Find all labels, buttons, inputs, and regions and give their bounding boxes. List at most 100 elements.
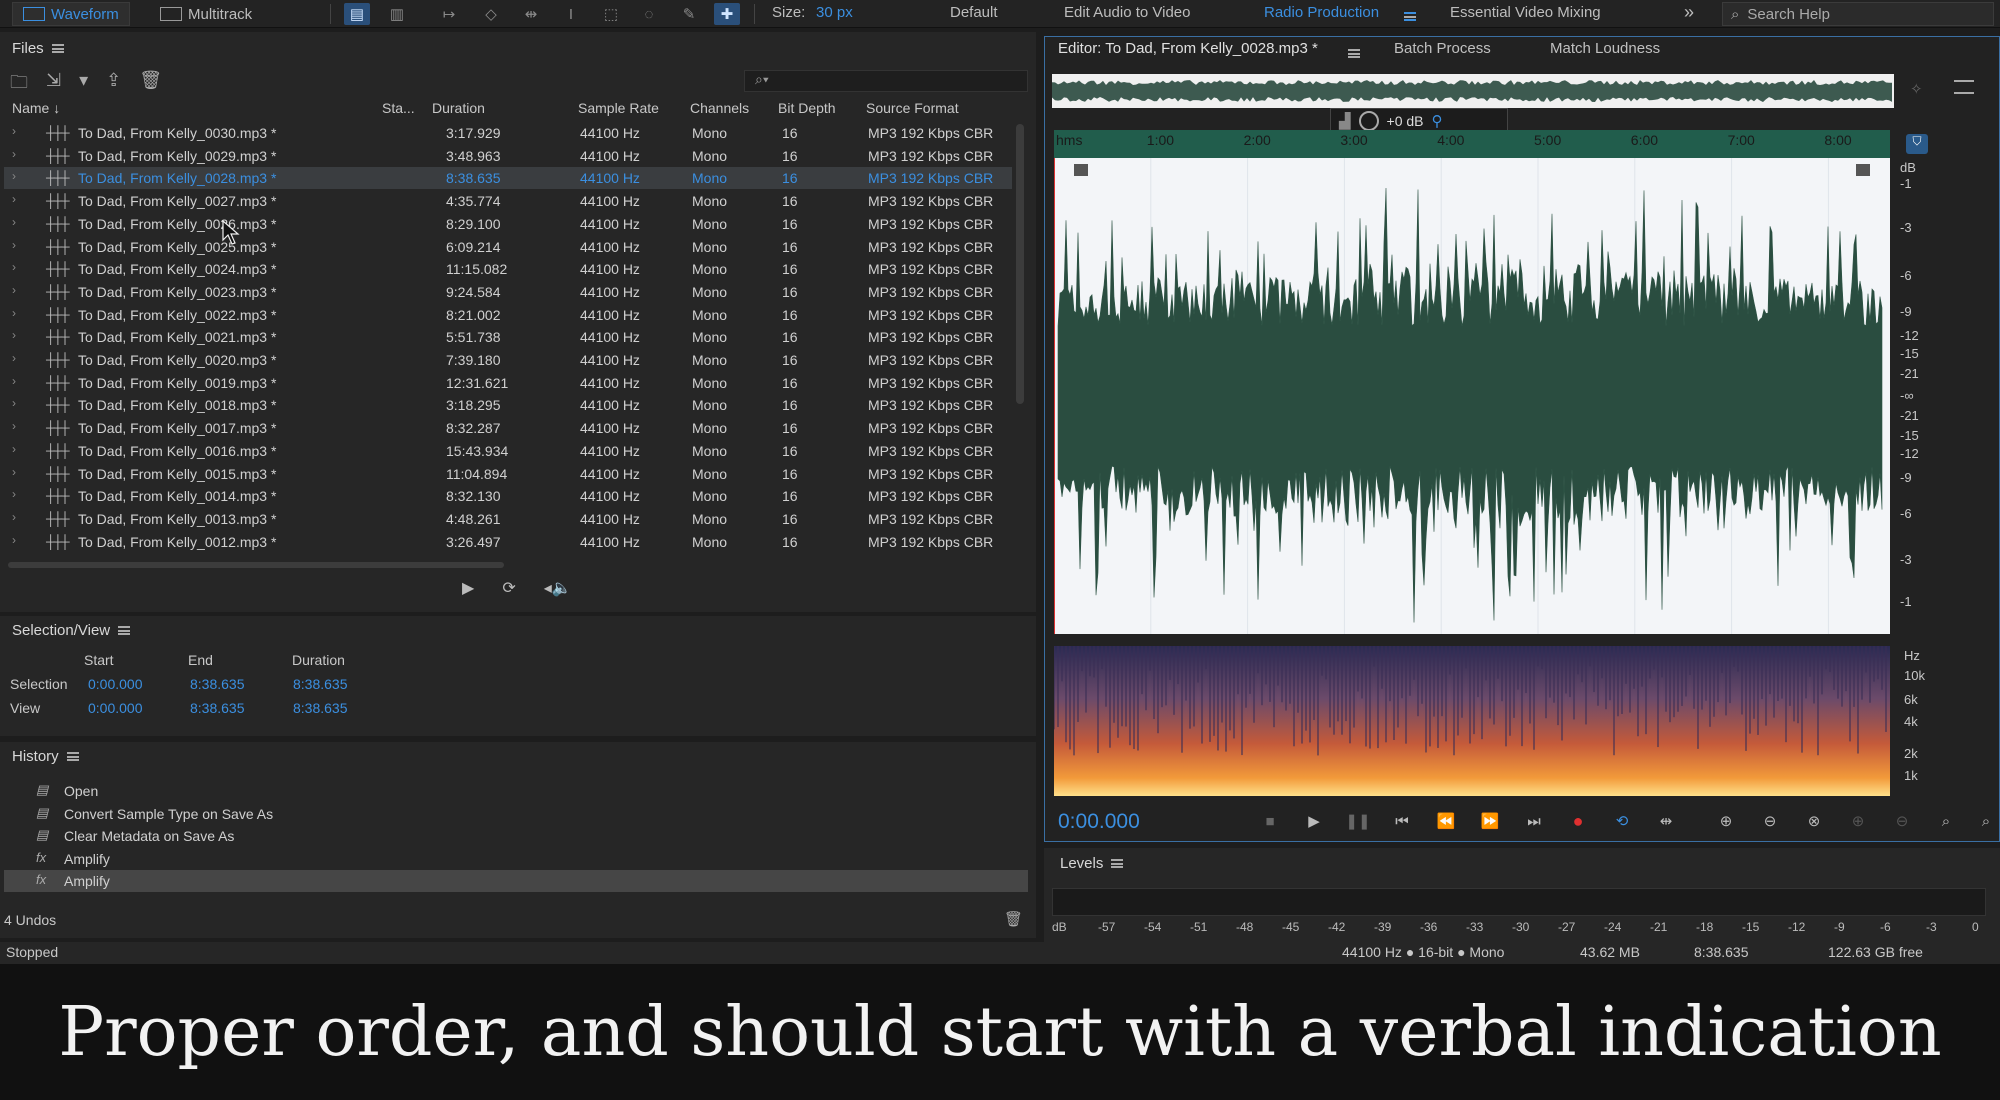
workspace-edit-audio-to-video[interactable]: Edit Audio to Video xyxy=(1064,4,1191,21)
play-icon[interactable]: ▶ xyxy=(1300,810,1328,832)
workspace-menu-icon[interactable] xyxy=(1404,8,1416,25)
expand-chevron-icon[interactable]: › xyxy=(12,328,16,342)
file-row[interactable]: › ┼┼┼ To Dad, From Kelly_0020.mp3 * 7:39.18… xyxy=(4,349,1012,371)
file-row[interactable]: › ┼┼┼ To Dad, From Kelly_0022.mp3 * 8:21.00… xyxy=(4,304,1012,326)
file-row[interactable]: › ┼┼┼ To Dad, From Kelly_0019.mp3 * 12:31.6… xyxy=(4,372,1012,394)
stop-icon[interactable]: ■ xyxy=(1256,810,1284,832)
tab-match-loudness[interactable]: Match Loudness xyxy=(1550,40,1660,57)
file-row[interactable]: › ┼┼┼ To Dad, From Kelly_0014.mp3 * 8:32.13… xyxy=(4,485,1012,507)
zoom-extra-icon[interactable]: ⌕ xyxy=(1972,810,2000,832)
expand-chevron-icon[interactable]: › xyxy=(12,124,16,138)
file-row[interactable]: › ┼┼┼ To Dad, From Kelly_0026.mp3 * 8:29.10… xyxy=(4,213,1012,235)
zoom-out-full-icon[interactable]: ⊗ xyxy=(1800,810,1828,832)
current-time-display[interactable]: 0:00.000 xyxy=(1058,810,1140,834)
zoom-in-amplitude-icon[interactable]: ⊕ xyxy=(1712,810,1740,832)
spectral-view-icon[interactable]: ▥ xyxy=(384,3,410,25)
view-duration[interactable]: 8:38.635 xyxy=(293,700,348,716)
view-start[interactable]: 0:00.000 xyxy=(88,700,143,716)
skip-selection-icon[interactable]: ⇹ xyxy=(1652,810,1680,832)
selection-duration[interactable]: 8:38.635 xyxy=(293,676,348,692)
slip-tool-icon[interactable]: ⇹ xyxy=(518,3,544,25)
rewind-icon[interactable]: ⏪ xyxy=(1432,810,1460,832)
file-row[interactable]: › ┼┼┼ To Dad, From Kelly_0025.mp3 * 6:09.21… xyxy=(4,236,1012,258)
expand-chevron-icon[interactable]: › xyxy=(12,238,16,252)
files-menu-icon[interactable] xyxy=(51,44,64,53)
volume-knob-icon[interactable] xyxy=(1358,111,1379,131)
column-channels[interactable]: Channels xyxy=(690,100,749,116)
zoom-out-amplitude-icon[interactable]: ⊖ xyxy=(1756,810,1784,832)
insert-into-multitrack-icon[interactable]: ⇪ xyxy=(106,70,121,100)
column-status[interactable]: Sta... xyxy=(382,100,415,116)
expand-chevron-icon[interactable]: › xyxy=(12,306,16,320)
editor-menu-icon[interactable] xyxy=(1348,45,1360,62)
history-item[interactable]: ▤ Clear Metadata on Save As xyxy=(4,825,1028,847)
preview-autoplay-icon[interactable]: ◂🔈 xyxy=(544,578,572,598)
view-end[interactable]: 8:38.635 xyxy=(190,700,245,716)
editor-tab[interactable]: Editor: To Dad, From Kelly_0028.mp3 * xyxy=(1058,40,1318,57)
file-row[interactable]: › ┼┼┼ To Dad, From Kelly_0017.mp3 * 8:32.28… xyxy=(4,417,1012,439)
loop-playback-icon[interactable]: ⟲ xyxy=(1608,810,1636,832)
search-help-field[interactable]: ⌕ Search Help xyxy=(1722,2,1994,26)
new-file-icon[interactable]: ▾ xyxy=(79,70,88,100)
expand-chevron-icon[interactable]: › xyxy=(12,533,16,547)
expand-chevron-icon[interactable]: › xyxy=(12,351,16,365)
expand-chevron-icon[interactable]: › xyxy=(12,169,16,183)
record-icon[interactable]: ● xyxy=(1564,810,1592,832)
brush-tool-icon[interactable]: ✎ xyxy=(676,3,702,25)
file-row[interactable]: › ┼┼┼ To Dad, From Kelly_0023.mp3 * 9:24.58… xyxy=(4,281,1012,303)
delete-file-icon[interactable]: 🗑 xyxy=(139,70,162,100)
preview-loop-icon[interactable]: ⟳ xyxy=(502,578,515,598)
expand-chevron-icon[interactable]: › xyxy=(12,374,16,388)
hud-pin-icon[interactable]: ⚲ xyxy=(1432,112,1443,130)
spectral-display[interactable] xyxy=(1054,646,1890,796)
editor-options-icon[interactable] xyxy=(1954,80,1974,94)
spot-healing-tool-icon[interactable]: ✚ xyxy=(714,3,740,25)
workspace-radio-production[interactable]: Radio Production xyxy=(1264,4,1379,21)
expand-chevron-icon[interactable]: › xyxy=(12,215,16,229)
more-workspaces-icon[interactable]: » xyxy=(1684,2,1694,23)
fade-in-handle-icon[interactable] xyxy=(1074,164,1088,176)
files-filter-input[interactable]: ⌕▾ xyxy=(744,70,1028,92)
history-item[interactable]: ▤ Open xyxy=(4,780,1028,802)
lasso-tool-icon[interactable]: ◌ xyxy=(636,3,662,25)
zoom-nav-icon[interactable]: ✧ xyxy=(1910,80,1923,98)
expand-chevron-icon[interactable]: › xyxy=(12,465,16,479)
timeline-ruler[interactable] xyxy=(1054,130,1890,158)
expand-chevron-icon[interactable]: › xyxy=(12,419,16,433)
multitrack-mode-button[interactable]: Multitrack xyxy=(150,2,262,26)
waveform-display[interactable] xyxy=(1054,158,1890,634)
file-row[interactable]: › ┼┼┼ To Dad, From Kelly_0021.mp3 * 5:51.73… xyxy=(4,326,1012,348)
preview-play-icon[interactable]: ▶ xyxy=(462,578,474,598)
column-name[interactable]: Name ↓ xyxy=(12,100,60,116)
files-vertical-scrollbar[interactable] xyxy=(1016,124,1024,404)
zoom-selection-icon[interactable]: ⌕ xyxy=(1932,810,1960,832)
move-tool-icon[interactable]: ↦ xyxy=(436,3,462,25)
file-row[interactable]: › ┼┼┼ To Dad, From Kelly_0030.mp3 * 3:17.92… xyxy=(4,122,1012,144)
fast-forward-icon[interactable]: ⏩ xyxy=(1476,810,1504,832)
file-row[interactable]: › ┼┼┼ To Dad, From Kelly_0016.mp3 * 15:43.9… xyxy=(4,440,1012,462)
expand-chevron-icon[interactable]: › xyxy=(12,487,16,501)
waveform-view-icon[interactable]: ▤ xyxy=(344,3,370,25)
size-value[interactable]: 30 px xyxy=(816,4,853,21)
column-bit-depth[interactable]: Bit Depth xyxy=(778,100,836,116)
file-row[interactable]: › ┼┼┼ To Dad, From Kelly_0027.mp3 * 4:35.77… xyxy=(4,190,1012,212)
expand-chevron-icon[interactable]: › xyxy=(12,147,16,161)
file-row[interactable]: › ┼┼┼ To Dad, From Kelly_0015.mp3 * 11:04.8… xyxy=(4,463,1012,485)
zoom-to-fit-icon[interactable]: ⛉ xyxy=(1906,134,1928,154)
overview-waveform[interactable] xyxy=(1052,74,1894,108)
file-row[interactable]: › ┼┼┼ To Dad, From Kelly_0012.mp3 * 3:26.49… xyxy=(4,531,1012,553)
expand-chevron-icon[interactable]: › xyxy=(12,283,16,297)
marquee-tool-icon[interactable]: ⬚ xyxy=(598,3,624,25)
zoom-out-time-icon[interactable]: ⊖ xyxy=(1888,810,1916,832)
file-row[interactable]: › ┼┼┼ To Dad, From Kelly_0018.mp3 * 3:18.29… xyxy=(4,394,1012,416)
expand-chevron-icon[interactable]: › xyxy=(12,192,16,206)
expand-chevron-icon[interactable]: › xyxy=(12,510,16,524)
skip-to-start-icon[interactable]: ⏮ xyxy=(1388,810,1416,832)
column-sample-rate[interactable]: Sample Rate xyxy=(578,100,659,116)
expand-chevron-icon[interactable]: › xyxy=(12,260,16,274)
selection-end[interactable]: 8:38.635 xyxy=(190,676,245,692)
levels-menu-icon[interactable] xyxy=(1111,859,1124,868)
history-item[interactable]: ▤ Convert Sample Type on Save As xyxy=(4,803,1028,825)
files-horizontal-scrollbar[interactable] xyxy=(8,562,504,568)
file-row[interactable]: › ┼┼┼ To Dad, From Kelly_0024.mp3 * 11:15.0… xyxy=(4,258,1012,280)
